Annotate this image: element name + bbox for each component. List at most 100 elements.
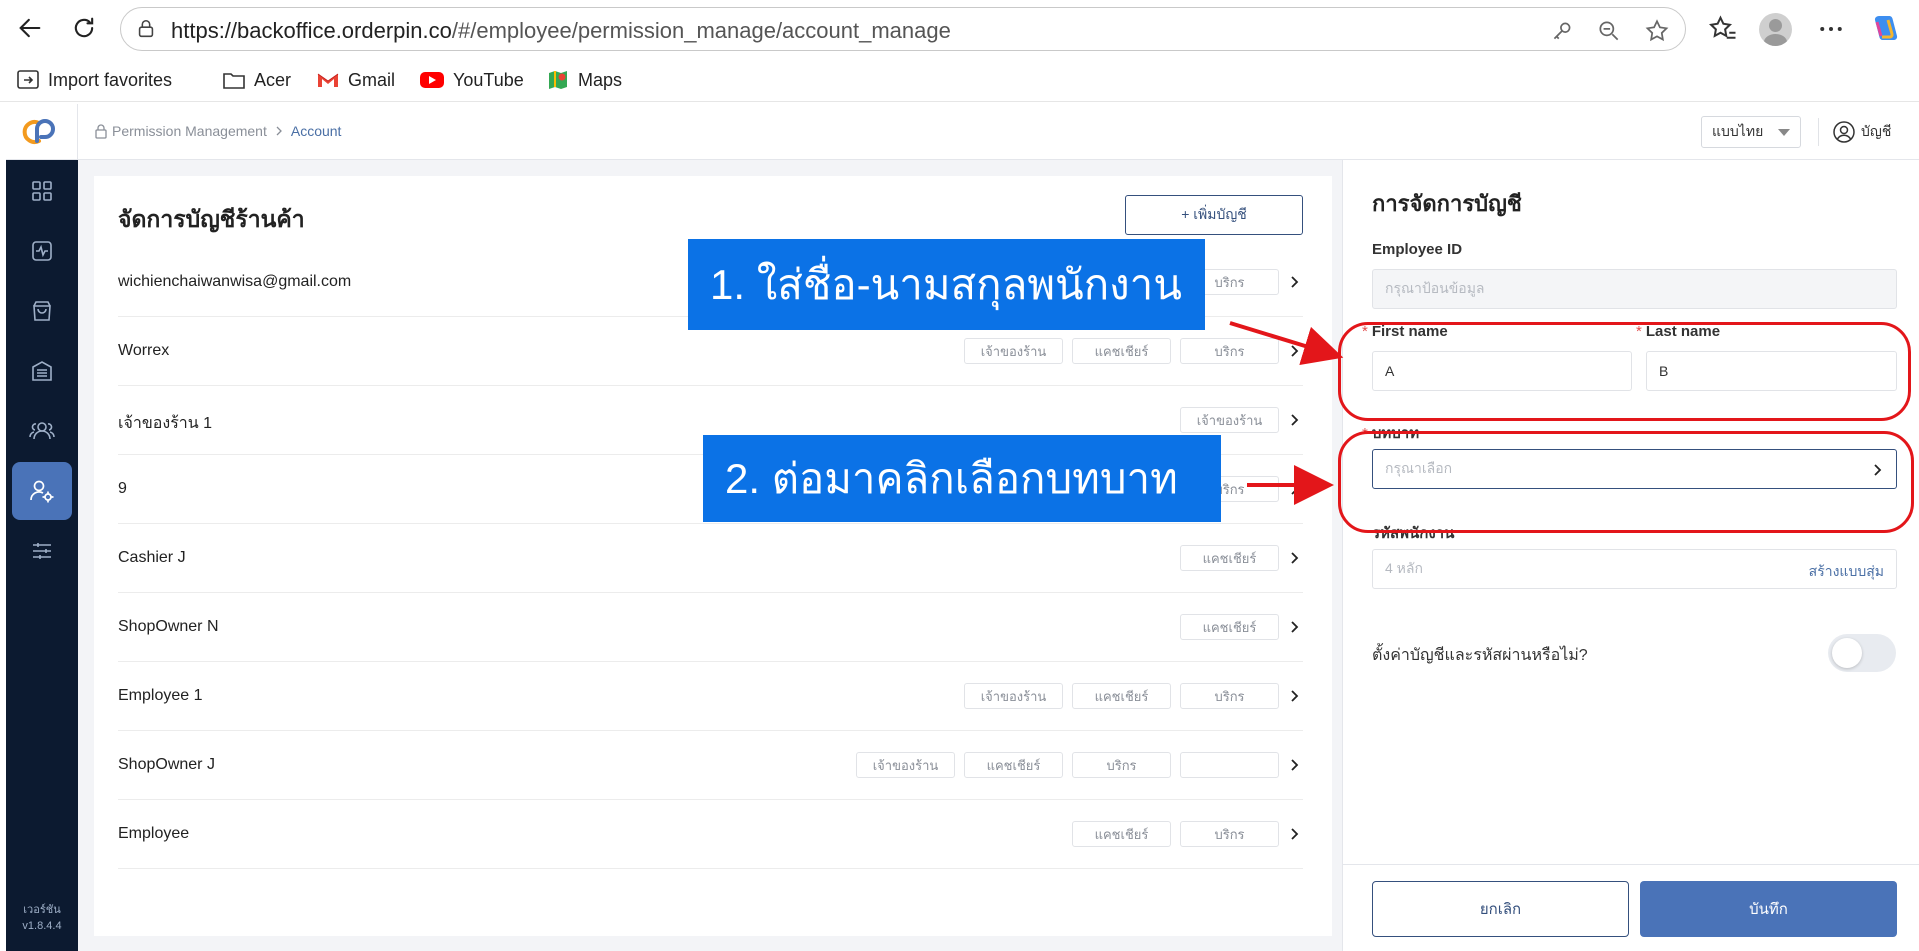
role-field-highlight — [1338, 431, 1914, 533]
chevron-right-icon — [276, 126, 282, 136]
app-header: Permission Management Account แบบไทย บัญ… — [6, 104, 1919, 160]
breadcrumb: Permission Management Account — [94, 123, 341, 139]
bookmark-import-favorites[interactable]: Import favorites — [16, 68, 172, 92]
sidebar-item-store[interactable] — [12, 342, 72, 400]
sidebar-item-reports[interactable] — [12, 222, 72, 280]
employee-code-input[interactable]: 4 หลัก สร้างแบบสุ่ม — [1372, 549, 1897, 589]
role-tag: เจ้าของร้าน — [964, 683, 1063, 709]
star-icon[interactable] — [1644, 18, 1670, 44]
cancel-button[interactable]: ยกเลิก — [1372, 881, 1629, 937]
sidebar-item-dashboard[interactable] — [12, 162, 72, 220]
chevron-right-icon[interactable] — [1287, 826, 1301, 842]
role-tags: แคชเชียร์ — [1180, 545, 1279, 571]
url-host: https://backoffice.orderpin.co — [171, 18, 452, 43]
copilot-icon[interactable] — [1870, 12, 1902, 44]
employee-id-placeholder: กรุณาป้อนข้อมูล — [1385, 280, 1485, 296]
bookmark-label: Gmail — [348, 69, 396, 90]
role-tag: เจ้าของร้าน — [964, 338, 1063, 364]
account-menu[interactable]: บัญชี — [1832, 120, 1891, 144]
youtube-icon — [420, 72, 444, 88]
sidebar-item-settings[interactable] — [12, 522, 72, 580]
breadcrumb-root[interactable]: Permission Management — [112, 123, 267, 139]
lock-icon — [95, 123, 107, 139]
arrow-left-icon — [19, 18, 41, 38]
chevron-right-icon[interactable] — [1287, 550, 1301, 566]
employee-code-placeholder: 4 หลัก — [1385, 560, 1423, 576]
chevron-right-icon[interactable] — [1287, 343, 1301, 359]
step-2-callout: 2. ต่อมาคลิกเลือกบทบาท — [703, 435, 1221, 522]
zoom-out-icon[interactable] — [1596, 18, 1622, 44]
employee-id-label: Employee ID — [1372, 241, 1463, 258]
version-number: v1.8.4.4 — [22, 920, 62, 932]
account-row[interactable]: Employee 1 เจ้าของร้าน แคชเชียร์ บริกร — [118, 662, 1303, 731]
bookmark-label: Acer — [254, 69, 292, 90]
chevron-right-icon[interactable] — [1287, 412, 1301, 428]
bookmark-youtube[interactable]: YouTube — [419, 68, 524, 92]
breadcrumb-current[interactable]: Account — [291, 123, 342, 139]
role-tags: แคชเชียร์ — [1180, 614, 1279, 640]
generate-random-code-link[interactable]: สร้างแบบสุ่ม — [1809, 561, 1884, 583]
url-path: /#/employee/permission_manage/account_ma… — [451, 18, 951, 43]
caret-down-icon — [1778, 129, 1790, 136]
account-name: 9 — [118, 480, 127, 497]
account-name: Employee — [118, 825, 190, 842]
key-icon[interactable] — [1549, 18, 1575, 44]
url-text: https://backoffice.orderpin.co/#/employe… — [171, 18, 951, 44]
app-logo[interactable] — [6, 104, 78, 160]
employee-id-input: กรุณาป้อนข้อมูล — [1372, 269, 1897, 309]
store-icon — [32, 361, 52, 381]
account-row[interactable]: Employee แคชเชียร์ บริกร — [118, 800, 1303, 869]
bookmarks-bar: Import favorites Acer Gmail YouTube Maps — [0, 58, 1919, 102]
account-label: บัญชี — [1861, 123, 1892, 139]
account-row[interactable]: ShopOwner J เจ้าของร้าน แคชเชียร์ บริกร — [118, 731, 1303, 800]
add-account-button[interactable]: + เพิ่มบัญชี — [1125, 195, 1303, 235]
account-row[interactable]: Cashier J แคชเชียร์ — [118, 524, 1303, 593]
setup-account-question: ตั้งค่าบัญชีและรหัสผ่านหรือไม่? — [1372, 647, 1588, 664]
role-tags: เจ้าของร้าน แคชเชียร์ บริกร — [856, 752, 1279, 778]
profile-avatar[interactable] — [1759, 13, 1792, 46]
language-select[interactable]: แบบไทย — [1701, 116, 1801, 148]
sidebar-item-orders[interactable] — [12, 282, 72, 340]
role-tag: แคชเชียร์ — [1180, 545, 1279, 571]
back-button[interactable] — [12, 10, 48, 46]
bookmark-gmail[interactable]: Gmail — [316, 68, 395, 92]
role-tag: แคชเชียร์ — [1072, 683, 1171, 709]
address-bar[interactable]: https://backoffice.orderpin.co/#/employe… — [120, 7, 1686, 51]
sidebar-item-customers[interactable] — [12, 402, 72, 460]
bookmark-label: YouTube — [453, 69, 524, 90]
orderpin-logo-icon — [22, 119, 55, 144]
name-fields-highlight — [1338, 322, 1911, 421]
user-settings-icon — [30, 480, 54, 503]
account-name: Employee 1 — [118, 687, 203, 704]
maps-icon — [549, 71, 567, 89]
chevron-right-icon[interactable] — [1287, 688, 1301, 704]
account-row[interactable]: ShopOwner N แคชเชียร์ — [118, 593, 1303, 662]
refresh-icon — [74, 17, 94, 38]
bookmark-acer[interactable]: Acer — [222, 68, 291, 92]
chevron-right-icon[interactable] — [1287, 757, 1301, 773]
activity-icon — [32, 241, 52, 261]
chevron-right-icon[interactable] — [1287, 274, 1301, 290]
refresh-button[interactable] — [66, 10, 102, 46]
setup-account-toggle[interactable] — [1828, 634, 1896, 672]
lock-icon — [138, 19, 154, 38]
role-tag: เจ้าของร้าน — [1180, 407, 1279, 433]
sidebar-item-permission[interactable] — [12, 462, 72, 520]
chevron-right-icon[interactable] — [1287, 481, 1301, 497]
role-tag: บริกร — [1072, 752, 1171, 778]
shopping-bag-icon — [33, 301, 51, 321]
role-tag: แคชเชียร์ — [964, 752, 1063, 778]
more-options-icon[interactable] — [1816, 14, 1846, 44]
chevron-right-icon[interactable] — [1287, 619, 1301, 635]
save-button[interactable]: บันทึก — [1640, 881, 1897, 937]
bookmark-label: Import favorites — [48, 69, 173, 90]
role-tags: เจ้าของร้าน แคชเชียร์ บริกร — [964, 683, 1279, 709]
user-circle-icon — [1833, 121, 1855, 143]
role-tag: แคชเชียร์ — [1072, 338, 1171, 364]
favorites-icon[interactable] — [1708, 14, 1738, 44]
account-form-panel: การจัดการบัญชี Employee ID กรุณาป้อนข้อม… — [1342, 160, 1919, 951]
account-name: Worrex — [118, 342, 170, 359]
role-tags: แคชเชียร์ บริกร — [1072, 821, 1279, 847]
bookmark-maps[interactable]: Maps — [546, 68, 622, 92]
header-divider — [1818, 118, 1819, 146]
